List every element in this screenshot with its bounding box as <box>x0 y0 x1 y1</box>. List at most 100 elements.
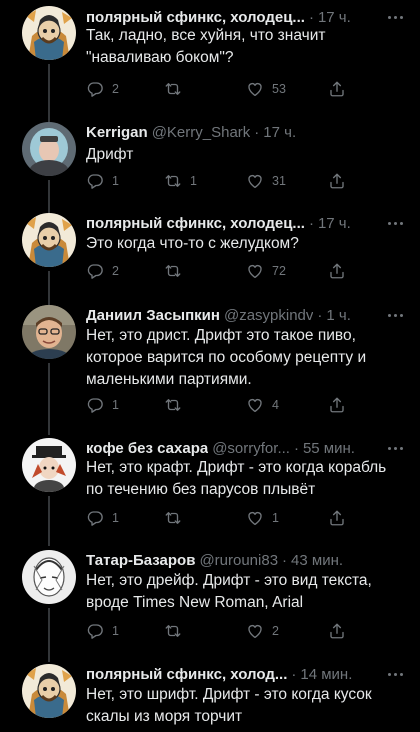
share-button[interactable] <box>328 79 346 99</box>
reply-button[interactable]: 2 <box>86 261 119 281</box>
heart-icon <box>246 172 264 190</box>
tweet-text: Нет, это крафт. Дрифт - это когда корабл… <box>86 459 387 498</box>
like-button[interactable]: 53 <box>246 79 286 99</box>
retweet-icon <box>164 80 182 98</box>
more-options-icon[interactable] <box>384 438 406 458</box>
share-icon <box>328 80 346 98</box>
separator-dot: · <box>254 123 260 141</box>
tweet-header: Татар-Базаров @rurouni83 · 43 мин. <box>86 550 406 570</box>
avatar[interactable] <box>22 664 76 718</box>
timestamp[interactable]: 43 мин. <box>291 552 343 569</box>
tweet[interactable]: Даниил Засыпкин @zasypkindv · 1 ч. Нет, … <box>0 292 420 435</box>
avatar-image <box>22 305 76 359</box>
retweet-button[interactable] <box>164 508 190 528</box>
tweet[interactable]: полярный сфинкс, холодец... · 17 ч. Так,… <box>0 6 420 118</box>
like-button[interactable]: 2 <box>246 621 279 641</box>
reply-button[interactable]: 1 <box>86 171 119 191</box>
timestamp[interactable]: 17 ч. <box>318 9 351 26</box>
author-name[interactable]: полярный сфинкс, холодец... <box>86 215 305 232</box>
avatar[interactable] <box>22 305 76 359</box>
avatar[interactable] <box>22 213 76 267</box>
retweet-button[interactable] <box>164 261 190 281</box>
reply-count: 2 <box>112 82 119 96</box>
retweet-button[interactable] <box>164 79 190 99</box>
author-name[interactable]: Kerrigan <box>86 124 148 141</box>
tweet-text: Это когда что-то с желудком? <box>86 235 299 252</box>
share-icon <box>328 396 346 414</box>
retweet-button[interactable] <box>164 621 190 641</box>
author-handle[interactable]: @rurouni83 <box>199 552 278 569</box>
thread-line <box>48 363 50 435</box>
like-button[interactable]: 72 <box>246 261 286 281</box>
retweet-icon <box>164 396 182 414</box>
like-button[interactable]: 31 <box>246 171 286 191</box>
like-count: 1 <box>272 511 279 525</box>
share-button[interactable] <box>328 395 346 415</box>
like-count: 4 <box>272 398 279 412</box>
author-handle[interactable]: @Kerry_Shark <box>152 124 251 141</box>
share-button[interactable] <box>328 261 346 281</box>
like-count: 72 <box>272 264 286 278</box>
author-name[interactable]: Даниил Засыпкин <box>86 307 220 324</box>
separator-dot: · <box>308 214 314 232</box>
more-options-icon[interactable] <box>384 305 406 325</box>
retweet-icon <box>164 262 182 280</box>
tweet[interactable]: полярный сфинкс, холод... · 14 мин. Нет,… <box>0 664 420 732</box>
share-button[interactable] <box>328 508 346 528</box>
action-bar: 2 53 <box>86 79 406 99</box>
reply-count: 1 <box>112 398 119 412</box>
separator-dot: · <box>282 551 288 569</box>
avatar-image <box>22 6 76 60</box>
timestamp[interactable]: 17 ч. <box>318 215 351 232</box>
share-icon <box>328 622 346 640</box>
heart-icon <box>246 509 264 527</box>
reply-button[interactable]: 1 <box>86 621 119 641</box>
reply-icon <box>86 396 104 414</box>
reply-icon <box>86 509 104 527</box>
author-handle[interactable]: @zasypkindv <box>224 307 313 324</box>
avatar-image <box>22 664 76 718</box>
avatar[interactable] <box>22 550 76 604</box>
author-name[interactable]: полярный сфинкс, холодец... <box>86 9 305 26</box>
avatar-image <box>22 213 76 267</box>
author-name[interactable]: Татар-Базаров <box>86 552 195 569</box>
share-button[interactable] <box>328 621 346 641</box>
reply-button[interactable]: 1 <box>86 508 119 528</box>
share-icon <box>328 262 346 280</box>
share-button[interactable] <box>328 171 346 191</box>
timestamp[interactable]: 1 ч. <box>326 307 351 324</box>
more-options-icon[interactable] <box>384 664 406 684</box>
tweet-header: Kerrigan @Kerry_Shark · 17 ч. <box>86 122 406 142</box>
tweet[interactable]: Kerrigan @Kerry_Shark · 17 ч. Дрифт 1 1 … <box>0 102 420 216</box>
like-count: 2 <box>272 624 279 638</box>
reply-button[interactable]: 2 <box>86 79 119 99</box>
avatar[interactable] <box>22 6 76 60</box>
retweet-button[interactable] <box>164 395 190 415</box>
action-bar: 1 4 <box>86 395 406 415</box>
avatar-image <box>22 122 76 176</box>
thread-line <box>48 292 50 305</box>
tweet[interactable]: полярный сфинкс, холодец... · 17 ч. Это … <box>0 196 420 305</box>
avatar[interactable] <box>22 122 76 176</box>
timestamp[interactable]: 17 ч. <box>263 124 296 141</box>
author-name[interactable]: полярный сфинкс, холод... <box>86 666 287 683</box>
tweet[interactable]: Татар-Базаров @rurouni83 · 43 мин. Нет, … <box>0 550 420 662</box>
separator-dot: · <box>308 8 314 26</box>
timestamp[interactable]: 55 мин. <box>303 440 355 457</box>
more-options-icon[interactable] <box>384 7 406 27</box>
tweet-text: Нет, это шрифт. Дрифт - это когда кусок … <box>86 686 372 725</box>
author-handle[interactable]: @sorryfor... <box>212 440 290 457</box>
avatar[interactable] <box>22 438 76 492</box>
retweet-button[interactable]: 1 <box>164 171 197 191</box>
reply-icon <box>86 622 104 640</box>
reply-button[interactable]: 1 <box>86 395 119 415</box>
like-button[interactable]: 1 <box>246 508 279 528</box>
reply-icon <box>86 172 104 190</box>
author-name[interactable]: кофе без сахара <box>86 440 208 457</box>
tweet[interactable]: кофе без сахара @sorryfor... · 55 мин. Н… <box>0 438 420 546</box>
reply-count: 1 <box>112 174 119 188</box>
more-options-icon[interactable] <box>384 213 406 233</box>
like-button[interactable]: 4 <box>246 395 279 415</box>
timestamp[interactable]: 14 мин. <box>300 666 352 683</box>
action-bar: 1 2 <box>86 621 406 641</box>
